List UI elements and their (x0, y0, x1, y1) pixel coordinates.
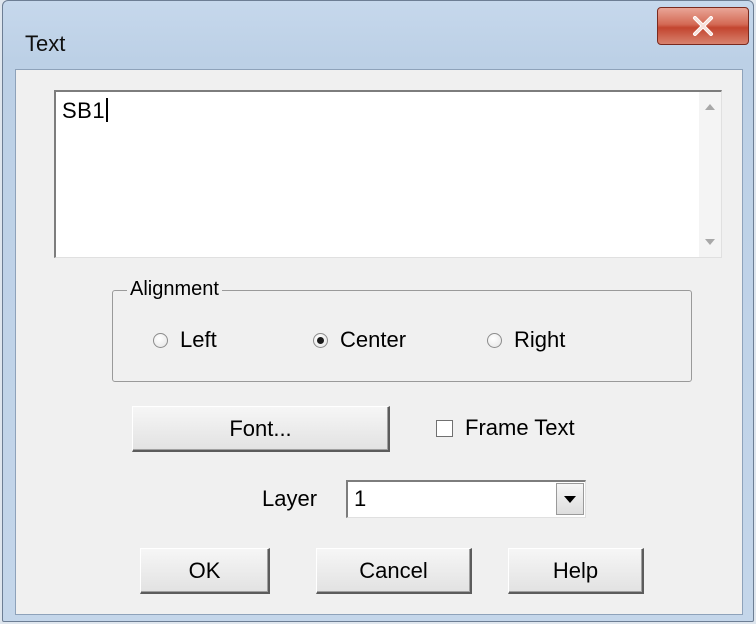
close-button[interactable] (657, 7, 749, 45)
window-title: Text (25, 31, 66, 56)
vertical-scrollbar[interactable] (699, 92, 721, 257)
alignment-legend: Alignment (127, 278, 222, 301)
frame-text-label: Frame Text (465, 415, 575, 440)
font-button[interactable]: Font... (132, 406, 390, 452)
radio-left-circle[interactable] (153, 332, 168, 348)
radio-right-circle[interactable] (487, 332, 502, 348)
close-icon (693, 16, 713, 36)
radio-right-label: Right (514, 327, 566, 352)
radio-center[interactable]: Center (313, 327, 406, 353)
radio-left-label: Left (180, 327, 217, 352)
radio-left[interactable]: Left (153, 327, 217, 353)
text-input-value: SB1 (62, 98, 109, 124)
help-button[interactable]: Help (508, 548, 644, 594)
alignment-group: Alignment Left Center Right (112, 278, 692, 382)
frame-text-checkbox-box[interactable] (436, 419, 453, 437)
chevron-down-icon (564, 495, 576, 503)
radio-center-label: Center (340, 327, 407, 352)
layer-select[interactable]: 1 (346, 480, 586, 518)
chevron-down-icon (705, 239, 715, 245)
text-input[interactable]: SB1 (54, 90, 722, 258)
layer-select-value: 1 (354, 486, 367, 511)
layer-label: Layer (262, 486, 318, 511)
cancel-button[interactable]: Cancel (316, 548, 472, 594)
ok-button[interactable]: OK (140, 548, 270, 594)
text-dialog: Text SB1 Alignment Left Center Right Fon… (2, 0, 754, 622)
scroll-down-button[interactable] (699, 231, 721, 253)
frame-text-checkbox[interactable]: Frame Text (436, 415, 575, 441)
radio-right[interactable]: Right (487, 327, 565, 353)
chevron-up-icon (705, 104, 715, 110)
radio-center-circle[interactable] (313, 332, 328, 348)
dialog-body: SB1 Alignment Left Center Right Font... … (15, 69, 743, 615)
scroll-up-button[interactable] (699, 96, 721, 118)
layer-dropdown-button[interactable] (556, 483, 584, 515)
